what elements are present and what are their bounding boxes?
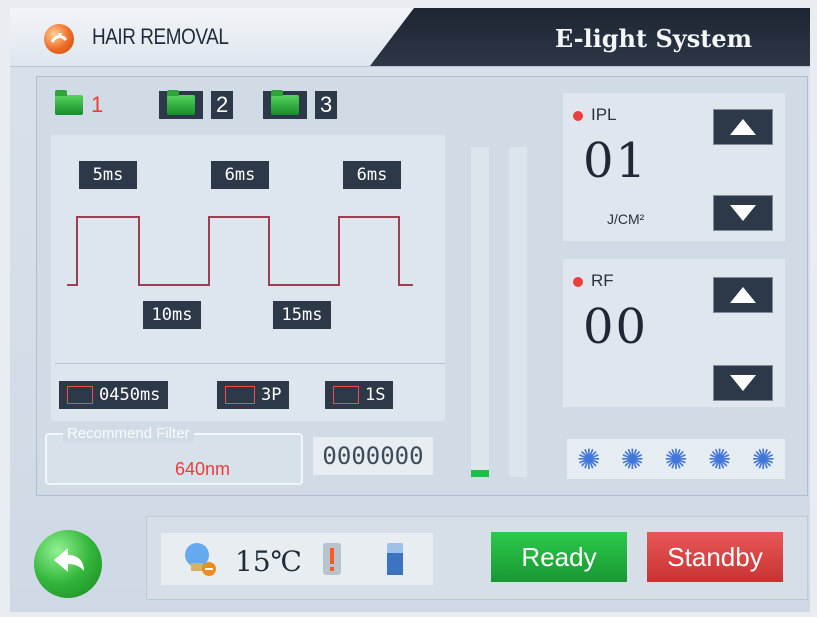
rf-label: RF: [591, 271, 614, 290]
ipl-value: 01: [583, 133, 649, 189]
snowflake-icon: ✺: [707, 443, 732, 475]
pulse-delay-2[interactable]: 15ms: [273, 301, 331, 329]
ipl-up-button[interactable]: [713, 109, 773, 145]
ipl-unit: J/CM²: [607, 211, 645, 227]
pulse-count-button[interactable]: 3P: [217, 381, 290, 409]
down-arrow-icon: [730, 375, 756, 391]
back-button[interactable]: [34, 530, 102, 598]
status-footer: 15℃ Ready Standby: [146, 516, 808, 600]
shot-counter: 0000000: [313, 437, 433, 475]
ipl-indicator-dot: [573, 111, 583, 121]
snowflake-icon: ✺: [664, 443, 688, 475]
ipl-label: IPL: [591, 105, 617, 124]
folder-icon: [159, 90, 203, 119]
rf-down-button[interactable]: [713, 365, 773, 401]
header-bar: HAIR REMOVAL E-light System: [10, 8, 810, 67]
energy-bar-left-fill: [471, 470, 489, 477]
pulse-waveform-diagram: [67, 216, 413, 286]
pulse-width-1[interactable]: 5ms: [79, 161, 137, 189]
ipl-down-button[interactable]: [713, 195, 773, 231]
app-title: HAIR REMOVAL: [92, 24, 229, 49]
filter-title: Recommend Filter: [63, 425, 194, 442]
interval-icon: [333, 386, 359, 404]
device-screen: HAIR REMOVAL E-light System 1 2 3 5ms 6m…: [10, 8, 810, 612]
tab-program-1[interactable]: 1: [55, 90, 104, 119]
tab-program-2-label: 2: [211, 91, 234, 119]
rf-indicator-dot: [573, 277, 583, 287]
folder-icon: [55, 90, 83, 115]
temperature-bulb-icon: [185, 543, 216, 576]
recommend-filter-box: Recommend Filter 640nm: [45, 425, 303, 485]
pulse-time-value: 0450ms: [99, 385, 161, 405]
pulse-delay-1[interactable]: 10ms: [143, 301, 201, 329]
temperature-value: 15℃: [235, 545, 302, 578]
up-arrow-icon: [730, 287, 756, 303]
tab-program-2[interactable]: 2: [159, 90, 234, 119]
snowflake-icon: ✺: [577, 443, 601, 475]
standby-button[interactable]: Standby: [647, 532, 783, 582]
pulse-count-icon: [225, 386, 255, 404]
main-panel: 1 2 3 5ms 6ms 6ms 10ms 15ms 0450ms 3P 1S…: [36, 76, 808, 496]
interval-button[interactable]: 1S: [325, 381, 394, 409]
up-arrow-icon: [730, 119, 756, 135]
folder-icon: [263, 90, 307, 119]
pulse-time-icon: [67, 386, 93, 404]
rf-up-button[interactable]: [713, 277, 773, 313]
pulse-width-2[interactable]: 6ms: [211, 161, 269, 189]
rf-panel: RF 00: [563, 259, 785, 407]
pulse-time-button[interactable]: 0450ms: [59, 381, 169, 409]
ipl-panel: IPL 01 J/CM²: [563, 93, 785, 241]
app-logo-icon: [44, 24, 74, 54]
back-arrow-icon: [54, 548, 84, 572]
energy-bar-right: [509, 147, 527, 477]
water-level-icon: [387, 543, 403, 575]
snowflake-icon: ✺: [751, 443, 775, 475]
tab-program-3[interactable]: 3: [263, 90, 338, 119]
ready-button[interactable]: Ready: [491, 532, 627, 582]
device-status-panel: 15℃: [161, 533, 433, 585]
tab-program-1-label: 1: [91, 92, 104, 117]
tab-program-3-label: 3: [315, 91, 338, 119]
pulse-width-3[interactable]: 6ms: [343, 161, 401, 189]
settings-divider: [55, 363, 445, 364]
snowflake-icon: ✺: [620, 443, 645, 475]
down-arrow-icon: [730, 205, 756, 221]
system-title: E-light System: [554, 24, 752, 53]
energy-bar-left: [471, 147, 489, 477]
rf-value: 00: [583, 299, 649, 355]
cooling-level-row[interactable]: ✺ ✺ ✺ ✺ ✺: [567, 439, 785, 479]
pulse-count-value: 3P: [261, 385, 282, 405]
interval-value: 1S: [365, 385, 386, 405]
filter-value: 640nm: [175, 459, 231, 479]
pulse-settings-panel: 5ms 6ms 6ms 10ms 15ms: [51, 135, 445, 421]
water-tank-alert-icon: [323, 543, 341, 575]
